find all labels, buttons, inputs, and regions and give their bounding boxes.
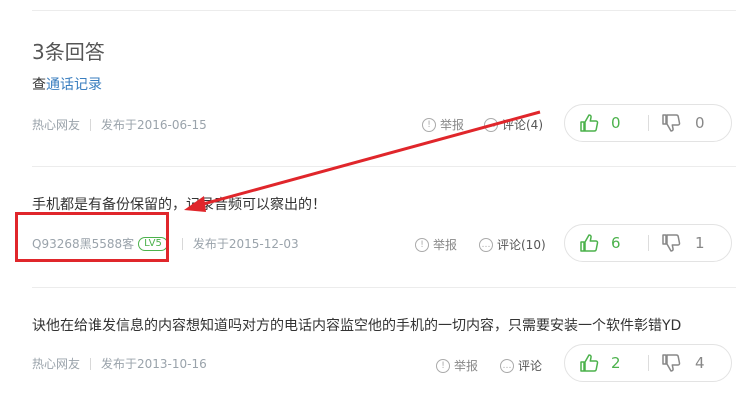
annotation-red-arrow xyxy=(184,110,541,212)
